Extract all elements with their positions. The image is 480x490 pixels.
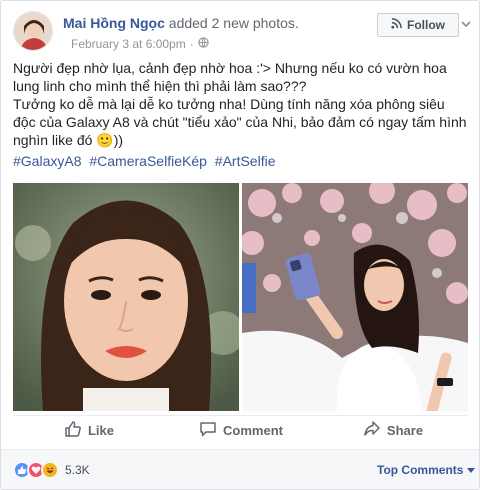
post-text-line: Tưởng ko dễ mà lại dễ ko tưởng nha! Dùng… — [13, 96, 467, 148]
author-name[interactable]: Mai Hồng Ngọc — [63, 15, 165, 31]
rss-icon — [391, 18, 402, 32]
share-label: Share — [386, 423, 424, 438]
haha-reaction-icon — [41, 461, 59, 479]
comment-icon — [199, 420, 217, 441]
reaction-count[interactable]: 5.3K — [65, 463, 90, 477]
top-comments-label: Top Comments — [377, 463, 464, 477]
post-action: added 2 new photos. — [168, 15, 299, 31]
reaction-icons[interactable] — [13, 461, 59, 479]
post-text: Người đẹp nhờ lụa, cảnh đẹp nhờ hoa :'> … — [13, 59, 471, 149]
author-line: Mai Hồng Ngọc added 2 new photos. — [63, 15, 299, 31]
hashtag-link[interactable]: #GalaxyA8 — [13, 153, 81, 169]
globe-icon[interactable] — [198, 37, 209, 51]
post-date[interactable]: February 3 at 6:00pm — [71, 37, 186, 51]
follow-button[interactable]: Follow — [377, 13, 459, 37]
thumbs-up-icon — [64, 420, 82, 441]
comment-label: Comment — [223, 423, 283, 438]
hashtag-link[interactable]: #CameraSelfieKép — [89, 153, 207, 169]
hashtag-list: #GalaxyA8 #CameraSelfieKép #ArtSelfie — [13, 153, 279, 169]
comment-button[interactable]: Comment — [165, 416, 317, 445]
meta-separator: · — [189, 37, 194, 51]
hashtag-link[interactable]: #ArtSelfie — [215, 153, 276, 169]
post-footer: 5.3K Top Comments — [1, 449, 479, 489]
post-header: Mai Hồng Ngọc added 2 new photos. Februa… — [13, 11, 471, 51]
photo-portrait[interactable] — [13, 183, 239, 411]
share-button[interactable]: Share — [317, 416, 469, 445]
top-comments-dropdown[interactable]: Top Comments — [377, 463, 476, 477]
chevron-down-icon[interactable] — [459, 17, 473, 31]
photo-grid — [13, 183, 469, 411]
share-icon — [363, 420, 381, 441]
post-meta: February 3 at 6:00pm · — [71, 37, 209, 51]
follow-label: Follow — [407, 18, 445, 32]
like-button[interactable]: Like — [13, 416, 165, 445]
post-text-line: Người đẹp nhờ lụa, cảnh đẹp nhờ hoa :'> … — [13, 60, 447, 94]
post-card: Mai Hồng Ngọc added 2 new photos. Februa… — [0, 0, 480, 490]
caret-down-icon — [467, 463, 476, 477]
like-label: Like — [87, 423, 114, 438]
photo-selfie[interactable] — [242, 183, 468, 411]
post-actions-bar: Like Comment Share — [13, 415, 469, 445]
avatar[interactable] — [13, 11, 53, 51]
